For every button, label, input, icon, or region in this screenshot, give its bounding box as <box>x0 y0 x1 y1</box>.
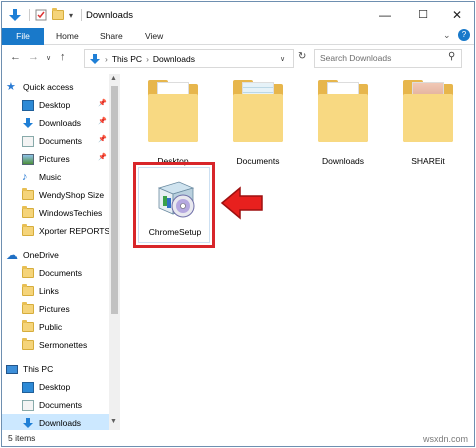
onedrive-icon: ☁ <box>6 247 18 262</box>
sidebar-item-quick-access[interactable]: ★ Quick access <box>6 78 113 96</box>
pin-icon[interactable]: 📌 <box>98 99 107 107</box>
sidebar-scrollbar[interactable]: ▲ ▼ <box>109 74 120 430</box>
breadcrumb-separator-icon: › <box>105 53 108 64</box>
customize-toolbar-icon[interactable]: ▾ <box>69 11 73 20</box>
sidebar-item-documents[interactable]: Documents 📌 <box>22 132 109 150</box>
up-arrow-icon[interactable]: ↑ <box>60 51 66 63</box>
folder-label: Documents <box>236 156 280 166</box>
sidebar-item-onedrive-documents[interactable]: Documents <box>22 264 109 282</box>
file-list: Desktop Documents Downloads SHAREit Chro… <box>124 74 474 430</box>
scroll-down-icon[interactable]: ▼ <box>110 418 117 425</box>
folder-icon <box>233 80 283 142</box>
sidebar-item-pictures[interactable]: Pictures 📌 <box>22 150 109 168</box>
sidebar-item-this-pc[interactable]: This PC <box>6 360 113 378</box>
scroll-up-icon[interactable]: ▲ <box>110 75 117 82</box>
folder-icon <box>22 283 34 297</box>
folder-icon <box>22 337 34 351</box>
folder-label: Downloads <box>321 156 365 166</box>
folder-icon <box>22 205 34 219</box>
title-bar: ▾ Downloads — ☐ ✕ <box>2 2 474 28</box>
recent-locations-icon[interactable]: ∨ <box>46 54 51 62</box>
download-arrow-icon <box>23 417 33 428</box>
folder-icon <box>22 265 34 279</box>
sidebar-item-pc-documents[interactable]: Documents <box>22 396 109 414</box>
forward-arrow-icon[interactable]: → <box>28 51 39 63</box>
search-input[interactable]: Search Downloads <box>314 49 462 68</box>
folder-icon <box>22 223 34 237</box>
file-chromesetup[interactable]: ChromeSetup <box>138 167 210 243</box>
folder-icon <box>148 80 198 142</box>
help-icon[interactable]: ? <box>458 29 470 41</box>
scrollbar-thumb[interactable] <box>111 86 118 314</box>
sidebar-item-xporter[interactable]: Xporter REPORTS <box>22 222 109 240</box>
address-dropdown-icon[interactable]: ∨ <box>280 55 285 63</box>
properties-check-icon[interactable] <box>35 9 47 21</box>
star-icon: ★ <box>6 80 16 93</box>
breadcrumb-this-pc[interactable]: This PC <box>112 54 142 64</box>
explorer-window: ▾ Downloads — ☐ ✕ File Home Share View ⌄… <box>1 1 475 447</box>
folder-icon <box>22 187 34 201</box>
folder-icon <box>22 319 34 333</box>
ribbon-tabs: File Home Share View ⌄ ? <box>2 28 474 45</box>
window-title: Downloads <box>86 10 133 21</box>
maximize-button[interactable]: ☐ <box>406 5 440 25</box>
highlight-frame: ChromeSetup <box>133 162 215 248</box>
breadcrumb-separator-icon: › <box>146 53 149 64</box>
status-bar: 5 items wsxdn.com <box>2 430 474 446</box>
downloads-location-icon <box>90 53 100 64</box>
download-arrow-icon <box>23 117 33 128</box>
sidebar-item-wendyshop[interactable]: WendyShop Size <box>22 186 109 204</box>
folder-desktop[interactable]: Desktop <box>134 80 212 170</box>
folder-label: SHAREit <box>411 156 445 166</box>
expand-ribbon-icon[interactable]: ⌄ <box>443 30 451 41</box>
new-folder-icon[interactable] <box>52 8 64 20</box>
refresh-icon[interactable]: ↻ <box>298 51 306 62</box>
sidebar-item-music[interactable]: ♪ Music <box>22 168 109 186</box>
desktop-icon <box>22 99 34 111</box>
file-label: ChromeSetup <box>148 227 202 237</box>
installer-icon <box>157 181 195 218</box>
sidebar-item-sermonettes[interactable]: Sermonettes <box>22 336 109 354</box>
close-button[interactable]: ✕ <box>440 5 474 25</box>
sidebar-item-links[interactable]: Links <box>22 282 109 300</box>
red-arrow-icon <box>220 186 263 220</box>
pin-icon[interactable]: 📌 <box>98 153 107 161</box>
pin-icon[interactable]: 📌 <box>98 135 107 143</box>
sidebar-item-desktop[interactable]: Desktop 📌 <box>22 96 109 114</box>
computer-icon <box>6 364 18 374</box>
address-bar[interactable]: › This PC › Downloads <box>84 49 294 68</box>
sidebar-item-downloads[interactable]: Downloads 📌 <box>22 114 109 132</box>
music-icon: ♪ <box>22 170 28 183</box>
pictures-icon <box>22 153 34 165</box>
tab-file[interactable]: File <box>2 28 44 45</box>
desktop-icon <box>22 381 34 393</box>
tab-home[interactable]: Home <box>56 28 79 45</box>
minimize-button[interactable]: — <box>368 5 402 25</box>
tab-share[interactable]: Share <box>100 28 123 45</box>
sidebar-item-pc-desktop[interactable]: Desktop <box>22 378 109 396</box>
navigation-bar: ← → ∨ ↑ › This PC › Downloads ∨ ↻ Search… <box>2 45 474 71</box>
item-count: 5 items <box>8 433 36 443</box>
quick-access-toolbar: ▾ <box>8 7 83 23</box>
sidebar-item-onedrive[interactable]: ☁ OneDrive <box>6 246 113 264</box>
navigation-pane: ★ Quick access Desktop 📌 Downloads 📌 Doc… <box>2 74 121 432</box>
pin-icon[interactable]: 📌 <box>98 117 107 125</box>
folder-icon <box>318 80 368 142</box>
folder-shareit[interactable]: SHAREit <box>389 80 467 170</box>
documents-icon <box>22 399 34 411</box>
folder-icon <box>22 301 34 315</box>
folder-documents[interactable]: Documents <box>219 80 297 170</box>
sidebar-item-windowstechies[interactable]: WindowsTechies <box>22 204 109 222</box>
sidebar-item-onedrive-pictures[interactable]: Pictures <box>22 300 109 318</box>
documents-icon <box>22 135 34 147</box>
back-arrow-icon[interactable]: ← <box>10 51 21 63</box>
tab-view[interactable]: View <box>145 28 163 45</box>
explorer-arrow-icon[interactable] <box>8 8 22 22</box>
folder-downloads[interactable]: Downloads <box>304 80 382 170</box>
sidebar-item-public[interactable]: Public <box>22 318 109 336</box>
breadcrumb-downloads[interactable]: Downloads <box>153 54 195 64</box>
watermark: wsxdn.com <box>422 434 468 444</box>
folder-icon <box>403 80 453 142</box>
search-icon: ⚲ <box>448 51 456 62</box>
